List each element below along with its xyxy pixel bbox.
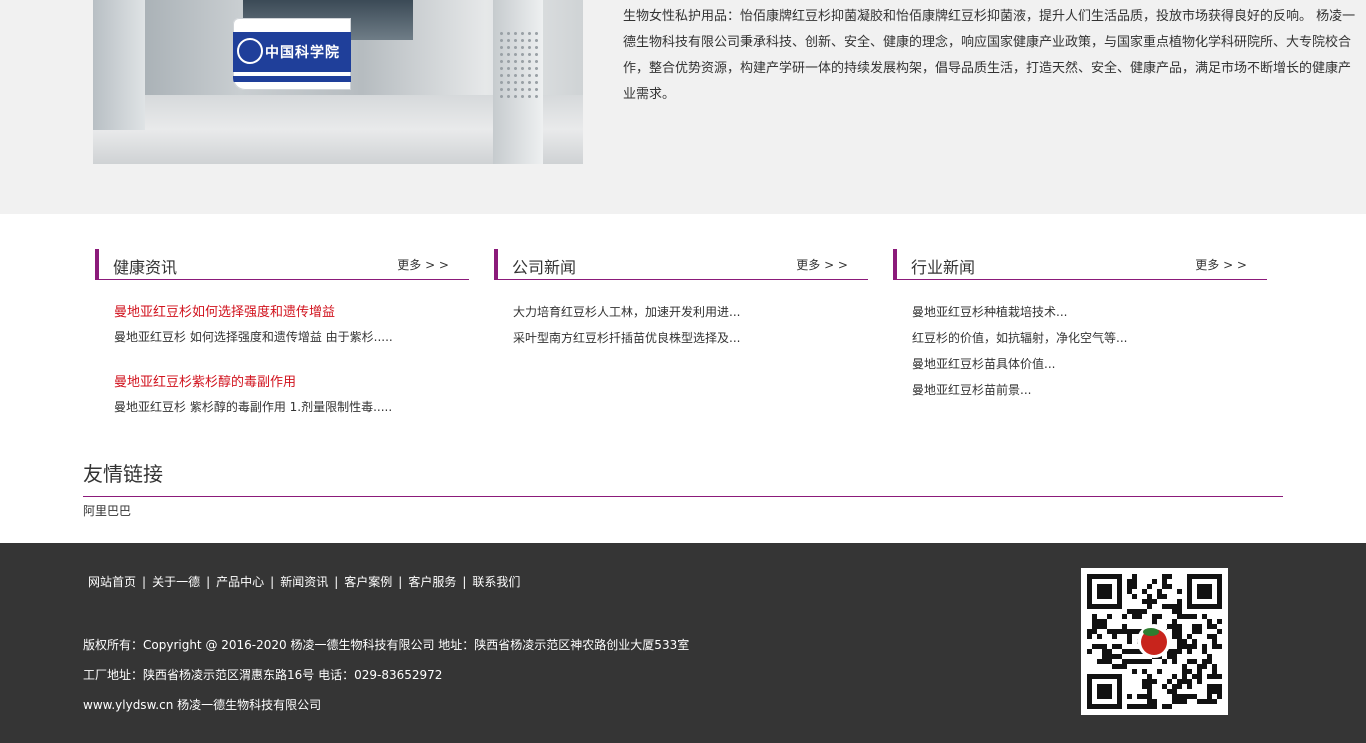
qr-code-graphic bbox=[1087, 574, 1222, 709]
nav-separator: | bbox=[206, 575, 211, 589]
nav-separator: | bbox=[142, 575, 147, 589]
company-lobby-photo: 中国科学院 bbox=[93, 0, 583, 164]
photo-pillar bbox=[93, 0, 145, 130]
desk-band bbox=[233, 76, 351, 82]
friendly-links-title: 友情链接 bbox=[83, 462, 163, 486]
qr-code-icon bbox=[1081, 568, 1228, 715]
list-item[interactable]: 大力培育红豆杉人工林，加速开发利用进... bbox=[513, 299, 868, 325]
friendly-link-alibaba[interactable]: 阿里巴巴 bbox=[83, 502, 131, 519]
footer-nav-cases[interactable]: 客户案例 bbox=[340, 573, 396, 590]
academy-logo-icon bbox=[237, 38, 263, 64]
friendly-links-section: 友情链接 阿里巴巴 bbox=[83, 459, 1283, 518]
list-item[interactable]: 红豆杉的价值，如抗辐射，净化空气等... bbox=[912, 325, 1267, 351]
industry-news-header: 行业新闻 更多 > > bbox=[893, 249, 1267, 280]
health-news-list: 曼地亚红豆杉如何选择强度和遗传增益 曼地亚红豆杉 如何选择强度和遗传增益 由于紫… bbox=[114, 300, 469, 418]
footer-nav-products[interactable]: 产品中心 bbox=[212, 573, 268, 590]
nav-separator: | bbox=[398, 575, 403, 589]
list-item: 曼地亚红豆杉紫杉醇的毒副作用 曼地亚红豆杉 紫杉醇的毒副作用 1.剂量限制性毒.… bbox=[114, 370, 469, 418]
desk-sign-text: 中国科学院 bbox=[265, 45, 340, 61]
footer-site: www.ylydsw.cn 杨凌一德生物科技有限公司 bbox=[83, 698, 322, 712]
footer: 网站首页 | 关于一德 | 产品中心 | 新闻资讯 | 客户案例 | 客户服务 | 联系我们 版权所有：… bbox=[0, 543, 1366, 743]
industry-news-list: 曼地亚红豆杉种植栽培技术... 红豆杉的价值，如抗辐射，净化空气等... 曼地亚… bbox=[912, 299, 1267, 403]
list-item[interactable]: 曼地亚红豆杉种植栽培技术... bbox=[912, 299, 1267, 325]
list-item[interactable]: 曼地亚红豆杉苗具体价值... bbox=[912, 351, 1267, 377]
nav-separator: | bbox=[270, 575, 275, 589]
list-item: 曼地亚红豆杉如何选择强度和遗传增益 曼地亚红豆杉 如何选择强度和遗传增益 由于紫… bbox=[114, 300, 469, 348]
health-news-header: 健康资讯 更多 > > bbox=[95, 249, 469, 280]
health-news-item-title[interactable]: 曼地亚红豆杉紫杉醇的毒副作用 bbox=[114, 370, 469, 396]
footer-nav: 网站首页 | 关于一德 | 产品中心 | 新闻资讯 | 客户案例 | 客户服务 | 联系我们 bbox=[84, 573, 524, 590]
company-news-section: 公司新闻 更多 > > 大力培育红豆杉人工林，加速开发利用进... 采叶型南方红… bbox=[494, 249, 868, 345]
company-news-list: 大力培育红豆杉人工林，加速开发利用进... 采叶型南方红豆杉扦插苗优良株型选择及… bbox=[513, 299, 868, 351]
company-news-header: 公司新闻 更多 > > bbox=[494, 249, 868, 280]
health-news-item-title[interactable]: 曼地亚红豆杉如何选择强度和遗传增益 bbox=[114, 300, 469, 326]
company-news-title: 公司新闻 bbox=[512, 258, 577, 277]
footer-nav-about[interactable]: 关于一德 bbox=[148, 573, 204, 590]
photo-perforated-panel bbox=[498, 30, 538, 100]
health-news-more-link[interactable]: 更多 > > bbox=[397, 256, 449, 273]
industry-news-section: 行业新闻 更多 > > 曼地亚红豆杉种植栽培技术... 红豆杉的价值，如抗辐射，… bbox=[893, 249, 1267, 397]
reception-desk: 中国科学院 bbox=[233, 18, 351, 90]
company-news-more-link[interactable]: 更多 > > bbox=[796, 256, 848, 273]
divider bbox=[83, 496, 1283, 497]
health-news-item-desc: 曼地亚红豆杉 如何选择强度和遗传增益 由于紫杉..... bbox=[114, 330, 393, 344]
footer-nav-contact[interactable]: 联系我们 bbox=[468, 573, 524, 590]
health-news-section: 健康资讯 更多 > > 曼地亚红豆杉如何选择强度和遗传增益 曼地亚红豆杉 如何选… bbox=[95, 249, 469, 414]
health-news-title: 健康资讯 bbox=[113, 258, 178, 277]
list-item[interactable]: 采叶型南方红豆杉扦插苗优良株型选择及... bbox=[513, 325, 868, 351]
footer-nav-home[interactable]: 网站首页 bbox=[84, 573, 140, 590]
industry-news-title: 行业新闻 bbox=[911, 258, 976, 277]
footer-copyright: 版权所有：Copyright @ 2016-2020 杨凌一德生物科技有限公司 … bbox=[83, 638, 690, 652]
nav-separator: | bbox=[462, 575, 467, 589]
industry-news-more-link[interactable]: 更多 > > bbox=[1195, 256, 1247, 273]
list-item[interactable]: 曼地亚红豆杉苗前景... bbox=[912, 377, 1267, 403]
health-news-item-desc: 曼地亚红豆杉 紫杉醇的毒副作用 1.剂量限制性毒..... bbox=[114, 400, 393, 414]
footer-nav-service[interactable]: 客户服务 bbox=[404, 573, 460, 590]
footer-nav-news[interactable]: 新闻资讯 bbox=[276, 573, 332, 590]
about-section: 中国科学院 生物女性私护用品：怡佰康牌红豆杉抑菌凝胶和怡佰康牌红豆杉抑菌液，提升… bbox=[0, 0, 1366, 214]
about-description: 生物女性私护用品：怡佰康牌红豆杉抑菌凝胶和怡佰康牌红豆杉抑菌液，提升人们生活品质… bbox=[623, 9, 1356, 102]
footer-factory-address: 工厂地址：陕西省杨凌示范区渭惠东路16号 电话：029-83652972 bbox=[83, 668, 443, 682]
nav-separator: | bbox=[334, 575, 339, 589]
